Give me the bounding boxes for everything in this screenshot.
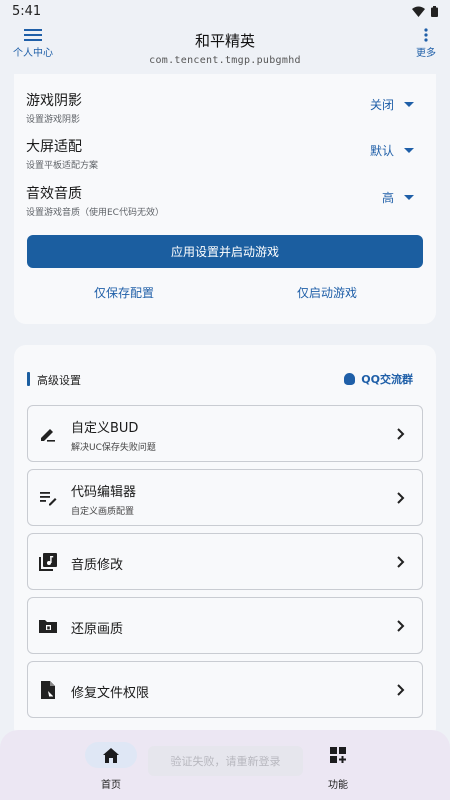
status-icons bbox=[412, 5, 438, 17]
nav-home[interactable]: 首页 bbox=[76, 742, 146, 791]
audio-dropdown[interactable]: 高 bbox=[382, 189, 414, 206]
advanced-header: 高级设置 QQ交流群 bbox=[27, 370, 423, 390]
dropdown-value: 关闭 bbox=[369, 98, 394, 112]
grid-apps-icon bbox=[330, 747, 346, 763]
setting-name: 游戏阴影 bbox=[26, 93, 82, 109]
setting-row-screen[interactable]: 大屏适配 设置平板适配方案 默认 bbox=[26, 136, 426, 176]
menu-desc: 自定义画质配置 bbox=[71, 507, 135, 517]
folder-restore-icon bbox=[39, 620, 57, 633]
setting-row-audio[interactable]: 音效音质 设置游戏音质（使用EC代码无效） 高 bbox=[26, 183, 426, 223]
qq-group-link[interactable]: QQ交流群 bbox=[344, 371, 413, 387]
menu-icon bbox=[24, 29, 42, 41]
caret-down-icon bbox=[404, 195, 414, 200]
apply-and-launch-button[interactable]: 应用设置并启动游戏 bbox=[27, 235, 423, 268]
dropdown-value: 默认 bbox=[369, 144, 394, 158]
setting-desc: 设置平板适配方案 bbox=[26, 161, 99, 171]
section-accent-bar bbox=[27, 372, 30, 386]
game-settings-card: 游戏阴影 设置游戏阴影 关闭 大屏适配 设置平板适配方案 默认 音效音质 设置游… bbox=[14, 74, 436, 324]
menu-desc: 解决UC保存失败问题 bbox=[71, 443, 156, 453]
more-vert-icon bbox=[424, 28, 428, 42]
caret-down-icon bbox=[404, 148, 414, 153]
app-bar: 个人中心 和平精英 com.tencent.tmgp.pubgmhd 更多 bbox=[0, 22, 450, 70]
music-library-icon bbox=[39, 553, 57, 571]
menu-item-code-editor[interactable]: 代码编辑器 自定义画质配置 bbox=[27, 469, 423, 526]
chevron-right-icon bbox=[397, 428, 405, 440]
more-button[interactable]: 更多 bbox=[414, 28, 438, 59]
setting-name: 音效音质 bbox=[26, 186, 82, 202]
shadow-dropdown[interactable]: 关闭 bbox=[370, 96, 414, 113]
nav-functions-pill bbox=[312, 742, 364, 768]
package-name: com.tencent.tmgp.pubgmhd bbox=[149, 55, 301, 66]
advanced-settings-card: 高级设置 QQ交流群 自定义BUD 解决UC保存失败问题 代码编辑器 自定义画质… bbox=[14, 345, 436, 740]
nav-home-label: 首页 bbox=[101, 780, 121, 791]
menu-label: 自定义BUD bbox=[71, 421, 139, 436]
edit-pen-icon bbox=[41, 429, 55, 442]
chevron-right-icon bbox=[397, 492, 405, 504]
home-icon bbox=[103, 747, 119, 763]
more-label: 更多 bbox=[416, 48, 436, 59]
profile-label: 个人中心 bbox=[13, 48, 53, 59]
menu-item-fix-permissions[interactable]: 修复文件权限 bbox=[27, 661, 423, 718]
menu-label: 音质修改 bbox=[71, 558, 124, 573]
caret-down-icon bbox=[404, 102, 414, 107]
section-title: 高级设置 bbox=[37, 374, 81, 387]
menu-item-custom-bud[interactable]: 自定义BUD 解决UC保存失败问题 bbox=[27, 405, 423, 462]
setting-row-shadow[interactable]: 游戏阴影 设置游戏阴影 关闭 bbox=[26, 90, 426, 130]
save-config-button[interactable]: 仅保存配置 bbox=[94, 284, 154, 301]
screen-dropdown[interactable]: 默认 bbox=[370, 142, 414, 159]
chevron-right-icon bbox=[397, 684, 405, 696]
status-bar: 5:41 bbox=[0, 0, 450, 22]
code-list-icon bbox=[40, 492, 57, 506]
dropdown-value: 高 bbox=[381, 191, 394, 205]
menu-item-restore-quality[interactable]: 还原画质 bbox=[27, 597, 423, 654]
battery-icon bbox=[431, 5, 438, 17]
page-title: 和平精英 bbox=[194, 32, 255, 50]
launch-game-button[interactable]: 仅启动游戏 bbox=[297, 284, 357, 301]
menu-label: 还原画质 bbox=[71, 622, 124, 637]
chevron-right-icon bbox=[397, 556, 405, 568]
wifi-icon bbox=[412, 6, 425, 17]
file-permission-icon bbox=[41, 681, 55, 699]
status-time: 5:41 bbox=[12, 3, 42, 19]
qq-label: QQ交流群 bbox=[361, 373, 413, 386]
toast-message: 验证失败，请重新登录 bbox=[148, 746, 303, 776]
menu-item-audio-modify[interactable]: 音质修改 bbox=[27, 533, 423, 590]
title-block: 和平精英 com.tencent.tmgp.pubgmhd bbox=[100, 30, 350, 66]
menu-label: 修复文件权限 bbox=[71, 686, 150, 701]
qq-icon bbox=[344, 373, 356, 385]
nav-home-pill bbox=[85, 742, 137, 768]
nav-functions[interactable]: 功能 bbox=[303, 742, 373, 791]
setting-name: 大屏适配 bbox=[26, 139, 82, 155]
setting-desc: 设置游戏阴影 bbox=[26, 115, 81, 125]
nav-functions-label: 功能 bbox=[328, 780, 348, 791]
setting-desc: 设置游戏音质（使用EC代码无效） bbox=[26, 208, 164, 218]
chevron-right-icon bbox=[397, 620, 405, 632]
profile-button[interactable]: 个人中心 bbox=[10, 28, 56, 59]
menu-label: 代码编辑器 bbox=[71, 485, 137, 500]
